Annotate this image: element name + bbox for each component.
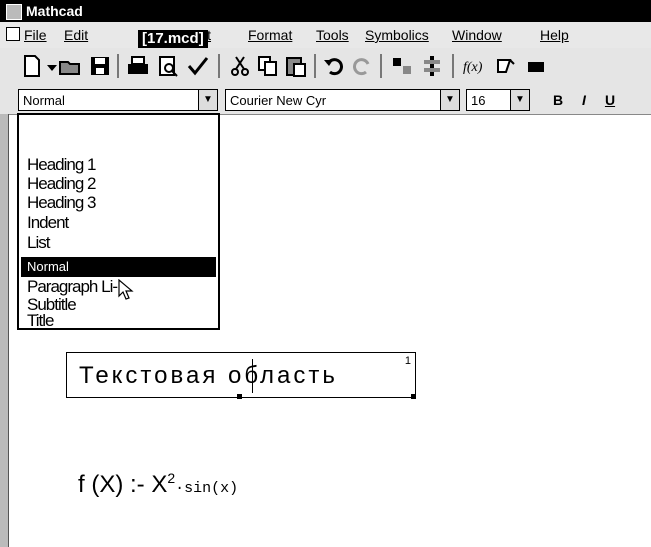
copy-icon[interactable] — [256, 54, 280, 78]
menu-window[interactable]: Window — [452, 26, 502, 44]
style-option-indent[interactable]: Indent — [27, 213, 69, 233]
more-icon[interactable] — [524, 54, 548, 78]
chevron-down-icon[interactable]: ▼ — [510, 90, 529, 110]
italic-button[interactable]: I — [574, 91, 594, 109]
print-preview-icon[interactable] — [156, 54, 180, 78]
save-icon[interactable] — [88, 54, 112, 78]
text-region[interactable]: Текстовая область 1 — [66, 352, 416, 399]
print-icon[interactable] — [126, 54, 150, 78]
menu-tools[interactable]: Tools — [316, 26, 349, 44]
cut-icon[interactable] — [228, 54, 252, 78]
style-option-heading-3[interactable]: Heading 3 — [27, 193, 97, 213]
style-option-heading-2[interactable]: Heading 2 — [27, 174, 97, 194]
chevron-down-icon[interactable]: ▼ — [198, 90, 217, 110]
menu-format[interactable]: Format — [248, 26, 292, 44]
worksheet-left-border — [0, 114, 9, 547]
style-option-heading-1[interactable]: Heading 1 — [27, 155, 97, 175]
style-select-value: Normal — [23, 93, 65, 108]
text-region-marker: 1 — [404, 355, 411, 367]
toolbar-separator — [218, 54, 220, 78]
menu-help[interactable]: Help — [540, 26, 569, 44]
formula-rhs: ·sin(x) — [175, 480, 239, 497]
insert-ref-icon[interactable] — [390, 54, 414, 78]
font-select[interactable]: Courier New Cyr ▼ — [225, 89, 460, 111]
redo-icon[interactable] — [350, 54, 374, 78]
style-option-title[interactable]: Title — [27, 311, 54, 331]
function-icon[interactable]: f(x) — [462, 54, 486, 78]
title-bar: Mathcad — [0, 0, 651, 22]
style-option-paragraph-list[interactable]: Paragraph Li- — [27, 277, 118, 297]
document-name: [17.mcd] — [138, 30, 208, 48]
undo-icon[interactable] — [322, 54, 346, 78]
math-region-formula[interactable]: f (X) :- X2·sin(x) — [78, 470, 238, 499]
text-region-content: Текстовая область — [79, 362, 338, 389]
size-select[interactable]: 16 ▼ — [466, 89, 530, 111]
window-title: Mathcad — [26, 3, 83, 19]
toolbar-separator — [380, 54, 382, 78]
style-option-list[interactable]: List — [27, 233, 50, 253]
menu-edit[interactable]: Edit — [64, 26, 88, 44]
resize-handle-corner[interactable] — [411, 394, 416, 399]
paste-icon[interactable] — [284, 54, 308, 78]
open-icon[interactable] — [58, 54, 82, 78]
size-select-value: 16 — [471, 93, 486, 108]
unit-icon[interactable] — [494, 54, 518, 78]
standard-toolbar: f(x) — [0, 48, 651, 85]
menu-file[interactable]: File — [24, 26, 47, 44]
dropdown-arrow-icon[interactable] — [40, 54, 57, 78]
formula-lhs: f (X) :- X — [78, 471, 168, 498]
toolbar-separator — [314, 54, 316, 78]
menu-symbolics[interactable]: Symbolics — [365, 26, 429, 44]
chevron-down-icon[interactable]: ▼ — [440, 90, 459, 110]
style-select[interactable]: Normal ▼ — [18, 89, 218, 111]
document-menu-icon[interactable] — [6, 27, 20, 41]
toolbar-separator — [452, 54, 454, 78]
bold-button[interactable]: B — [548, 91, 568, 109]
svg-text:f(x): f(x) — [463, 60, 483, 75]
style-option-normal[interactable]: Normal — [21, 257, 216, 277]
style-option-normal-label: Normal — [27, 259, 69, 274]
formula-exponent: 2 — [167, 470, 176, 486]
text-caret — [252, 359, 253, 393]
resize-handle-bottom[interactable] — [237, 394, 242, 399]
mathcad-app-icon — [6, 4, 22, 20]
spell-check-icon[interactable] — [186, 54, 210, 78]
align-icon[interactable] — [420, 54, 444, 78]
underline-button[interactable]: U — [600, 91, 620, 109]
menu-bar: File Edit View Insert Format Tools Symbo… — [0, 22, 651, 49]
formatting-toolbar: Normal ▼ Courier New Cyr ▼ 16 ▼ B I U — [0, 84, 651, 115]
font-select-value: Courier New Cyr — [230, 93, 327, 108]
mouse-pointer-icon — [118, 278, 134, 301]
toolbar-separator — [117, 54, 119, 78]
